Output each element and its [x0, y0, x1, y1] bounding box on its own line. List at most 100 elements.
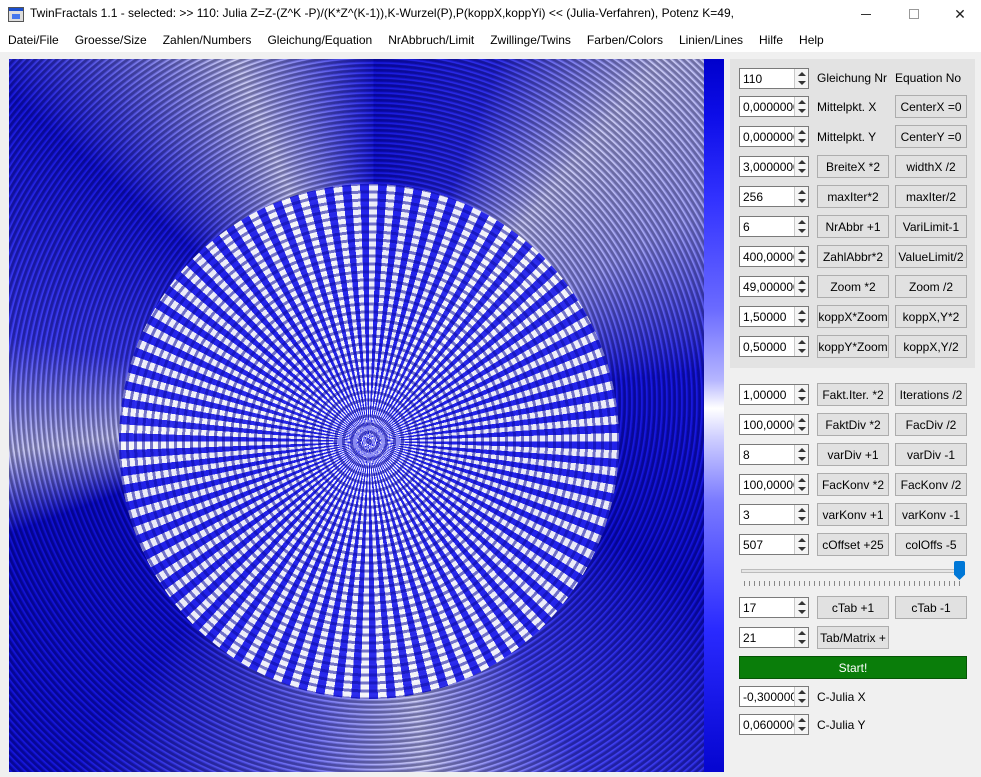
kopp-xy-half-button[interactable]: koppX,Y/2 [895, 335, 967, 358]
equation-number-spin[interactable]: 110 [739, 68, 809, 89]
c-julia-x-spin[interactable]: -0,3000000 [739, 686, 809, 707]
iterations-half-button[interactable]: Iterations /2 [895, 383, 967, 406]
c-julia-y-spin[interactable]: 0,0600000 [739, 714, 809, 735]
menu-help[interactable]: Help [791, 28, 832, 52]
spin-arrows[interactable] [794, 187, 808, 206]
nr-limit-spin[interactable]: 6 [739, 216, 809, 237]
menu-colors[interactable]: Farben/Colors [579, 28, 671, 52]
center-y-zero-button[interactable]: CenterY =0 [895, 125, 967, 148]
start-button[interactable]: Start! [739, 656, 967, 679]
tab-matrix-spin[interactable]: 21 [739, 627, 809, 648]
nr-limit-plus-button[interactable]: NrAbbr +1 [817, 215, 889, 238]
color-offset-minus-button[interactable]: colOffs -5 [895, 533, 967, 556]
fac-konv-double-button[interactable]: FacKonv *2 [817, 473, 889, 496]
close-button[interactable]: ✕ [937, 0, 981, 28]
spin-arrows[interactable] [794, 307, 808, 326]
tab-matrix-plus-button[interactable]: Tab/Matrix + [817, 626, 889, 649]
var-konv-spin[interactable]: 3 [739, 504, 809, 525]
spin-down-icon [798, 169, 806, 173]
color-table-spin[interactable]: 17 [739, 597, 809, 618]
spin-arrows[interactable] [794, 598, 808, 617]
menu-twins[interactable]: Zwillinge/Twins [482, 28, 579, 52]
max-iter-half-button[interactable]: maxIter/2 [895, 185, 967, 208]
max-iter-spin[interactable]: 256 [739, 186, 809, 207]
menu-bar: Datei/File Groesse/Size Zahlen/Numbers G… [0, 28, 981, 52]
spin-arrows[interactable] [794, 277, 808, 296]
var-div-spin[interactable]: 8 [739, 444, 809, 465]
menu-hilfe[interactable]: Hilfe [751, 28, 791, 52]
value-limit-double-button[interactable]: ZahlAbbr*2 [817, 245, 889, 268]
color-table-plus-button[interactable]: cTab +1 [817, 596, 889, 619]
center-x-spin[interactable]: 0,0000000 [739, 96, 809, 117]
window-title: TwinFractals 1.1 - selected: >> 110: Jul… [30, 6, 734, 20]
var-konv-minus-button[interactable]: varKonv -1 [895, 503, 967, 526]
var-div-minus-button[interactable]: varDiv -1 [895, 443, 967, 466]
spin-arrows[interactable] [794, 337, 808, 356]
width-double-button[interactable]: BreiteX *2 [817, 155, 889, 178]
max-iter-double-button[interactable]: maxIter*2 [817, 185, 889, 208]
spin-arrows[interactable] [794, 505, 808, 524]
kopp-y-spin[interactable]: 0,50000 [739, 336, 809, 357]
center-y-spin[interactable]: 0,0000000 [739, 126, 809, 147]
fakt-iter-spin[interactable]: 1,00000 [739, 384, 809, 405]
fakt-div-spin[interactable]: 100,00000 [739, 414, 809, 435]
spin-arrows[interactable] [794, 687, 808, 706]
menu-lines[interactable]: Linien/Lines [671, 28, 751, 52]
spin-up-icon [798, 448, 806, 452]
zoom-half-button[interactable]: Zoom /2 [895, 275, 967, 298]
kopp-y-zoom-button[interactable]: koppY*Zoom [817, 335, 889, 358]
kopp-x-spin[interactable]: 1,50000 [739, 306, 809, 327]
menu-limit[interactable]: NrAbbruch/Limit [380, 28, 482, 52]
minimize-button[interactable] [843, 0, 889, 28]
kopp-xy-double-button[interactable]: koppX,Y*2 [895, 305, 967, 328]
zoom-double-button[interactable]: Zoom *2 [817, 275, 889, 298]
spin-arrows[interactable] [794, 628, 808, 647]
spin-arrows[interactable] [794, 415, 808, 434]
spin-arrows[interactable] [794, 157, 808, 176]
fac-div-half-button[interactable]: FacDiv /2 [895, 413, 967, 436]
menu-file[interactable]: Datei/File [0, 28, 67, 52]
spin-arrows[interactable] [794, 69, 808, 88]
spin-down-icon [798, 397, 806, 401]
spin-arrows[interactable] [794, 535, 808, 554]
value-limit-spin[interactable]: 400,00000 [739, 246, 809, 267]
fractal-rings [119, 184, 619, 699]
title-bar: TwinFractals 1.1 - selected: >> 110: Jul… [0, 0, 981, 28]
var-konv-plus-button[interactable]: varKonv +1 [817, 503, 889, 526]
spin-arrows[interactable] [794, 715, 808, 734]
menu-equation[interactable]: Gleichung/Equation [259, 28, 380, 52]
spin-arrows[interactable] [794, 385, 808, 404]
c-julia-y-label: C-Julia Y [817, 718, 866, 732]
spin-arrows[interactable] [794, 445, 808, 464]
maximize-button[interactable] [891, 0, 937, 28]
menu-numbers[interactable]: Zahlen/Numbers [155, 28, 260, 52]
vari-limit-minus-button[interactable]: VariLimit-1 [895, 215, 967, 238]
spin-arrows[interactable] [794, 247, 808, 266]
kopp-x-zoom-button[interactable]: koppX*Zoom [817, 305, 889, 328]
width-spin[interactable]: 3,0000000 [739, 156, 809, 177]
color-slider-ticks [744, 581, 962, 586]
color-offset-spin[interactable]: 507 [739, 534, 809, 555]
fac-konv-half-button[interactable]: FacKonv /2 [895, 473, 967, 496]
center-x-zero-button[interactable]: CenterX =0 [895, 95, 967, 118]
width-half-button[interactable]: widthX /2 [895, 155, 967, 178]
fac-konv-spin[interactable]: 100,00000 [739, 474, 809, 495]
color-table-minus-button[interactable]: cTab -1 [895, 596, 967, 619]
spin-arrows[interactable] [794, 217, 808, 236]
var-div-plus-button[interactable]: varDiv +1 [817, 443, 889, 466]
spin-arrows[interactable] [794, 127, 808, 146]
color-slider-track[interactable] [741, 569, 965, 573]
color-slider-thumb[interactable] [954, 561, 965, 580]
fakt-iter-double-button[interactable]: Fakt.Iter. *2 [817, 383, 889, 406]
fractal-canvas[interactable] [9, 59, 724, 772]
spin-down-icon [798, 109, 806, 113]
fakt-div-double-button[interactable]: FaktDiv *2 [817, 413, 889, 436]
zoom-spin[interactable]: 49,000000 [739, 276, 809, 297]
color-offset-plus-button[interactable]: cOffset +25 [817, 533, 889, 556]
spin-arrows[interactable] [794, 97, 808, 116]
spin-up-icon [798, 310, 806, 314]
value-limit-half-button[interactable]: ValueLimit/2 [895, 245, 967, 268]
menu-size[interactable]: Groesse/Size [67, 28, 155, 52]
spin-up-icon [798, 601, 806, 605]
spin-arrows[interactable] [794, 475, 808, 494]
